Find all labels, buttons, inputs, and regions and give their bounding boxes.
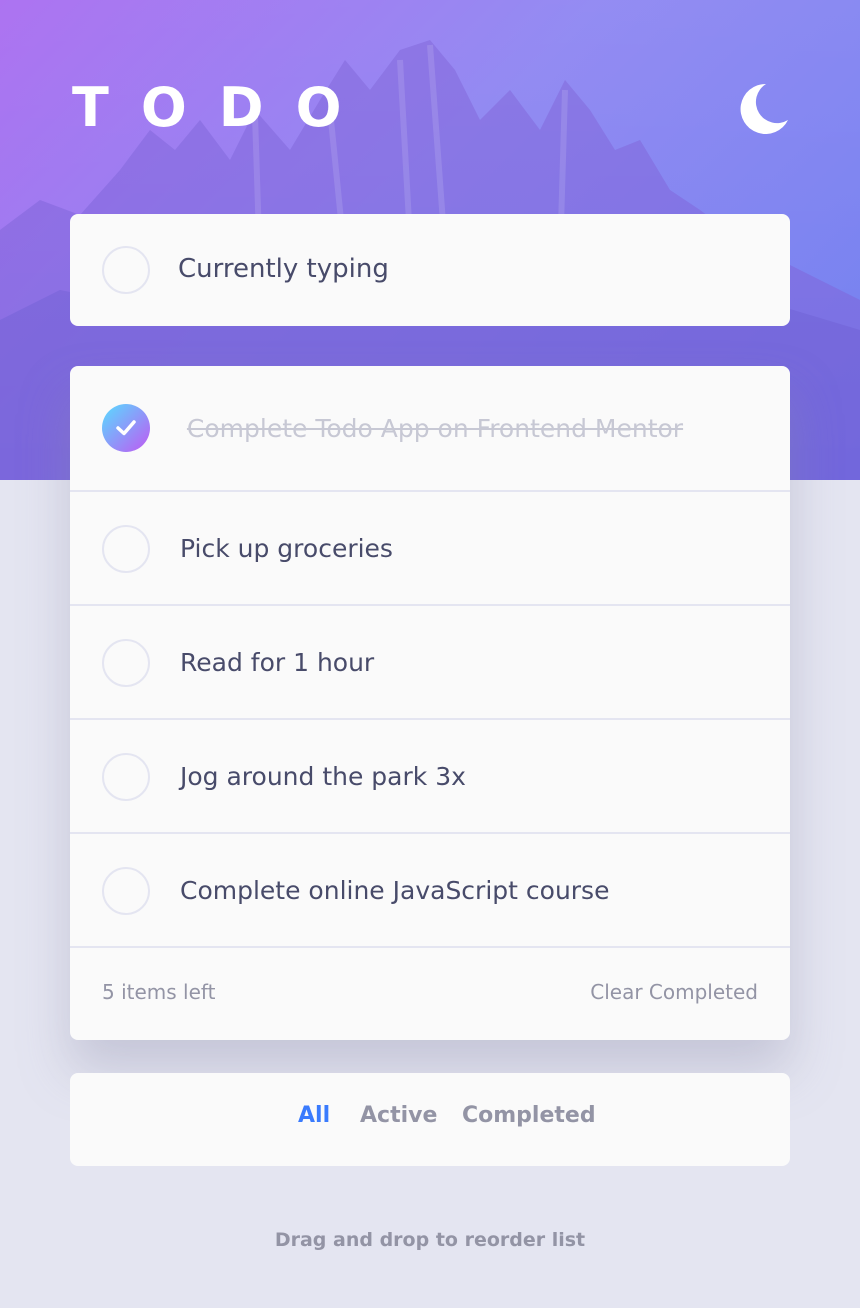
moon-icon [740, 83, 788, 134]
filter-bar: All Active Completed [70, 1073, 790, 1166]
todo-checkbox[interactable] [102, 525, 150, 573]
todo-text: Complete online JavaScript course [180, 875, 610, 905]
todo-item[interactable]: Jog around the park 3x [70, 720, 790, 834]
todo-text: Complete Todo App on Frontend Mentor [186, 413, 684, 443]
filter-active[interactable]: Active [360, 1103, 437, 1128]
theme-toggle-button[interactable] [736, 82, 790, 136]
app-title: TODO [72, 76, 374, 139]
todo-text: Read for 1 hour [180, 647, 375, 677]
todo-checkbox-checked[interactable] [102, 404, 150, 452]
drag-hint: Drag and drop to reorder list [274, 1229, 586, 1251]
items-left-count: 5 items left [102, 980, 216, 1004]
todo-list: Complete Todo App on Frontend Mentor Pic… [70, 366, 790, 1040]
todo-text: Jog around the park 3x [180, 761, 466, 791]
todo-checkbox[interactable] [102, 639, 150, 687]
checkmark-icon [116, 420, 136, 436]
new-todo-card [70, 214, 790, 326]
todo-checkbox[interactable] [102, 867, 150, 915]
todo-checkbox[interactable] [102, 753, 150, 801]
todo-item[interactable]: Pick up groceries [70, 492, 790, 606]
new-todo-input[interactable] [178, 244, 758, 294]
clear-completed-button[interactable]: Clear Completed [590, 980, 758, 1004]
todo-item[interactable]: Complete online JavaScript course [70, 834, 790, 948]
todo-item-completed[interactable]: Complete Todo App on Frontend Mentor [70, 366, 790, 492]
filter-all[interactable]: All [298, 1103, 330, 1128]
todo-item[interactable]: Read for 1 hour [70, 606, 790, 720]
todo-text: Pick up groceries [180, 533, 393, 563]
new-todo-checkbox[interactable] [102, 246, 150, 294]
filter-completed[interactable]: Completed [462, 1103, 596, 1128]
list-footer: 5 items left Clear Completed [70, 948, 790, 1040]
